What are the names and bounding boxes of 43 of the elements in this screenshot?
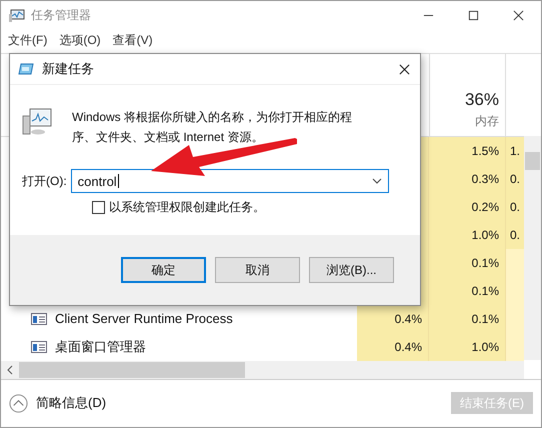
memory-header[interactable]: 内存 <box>475 112 499 130</box>
menu-item[interactable]: 选项(O) <box>59 32 101 49</box>
command-field[interactable]: control <box>70 169 389 193</box>
table-cell: 0. <box>506 220 524 249</box>
table-cell: 0. <box>506 164 524 193</box>
table-cell: 0. <box>506 192 524 221</box>
window-title: 任务管理器 <box>31 7 91 24</box>
run-icon <box>18 63 34 75</box>
dialog-button[interactable]: 浏览(B)... <box>309 257 394 283</box>
close-icon[interactable] <box>399 64 410 74</box>
table-cell: 1.5% <box>429 136 506 165</box>
table-cell: 0.1% <box>429 304 506 333</box>
table-cell: 0.2% <box>429 192 506 221</box>
vertical-scrollbar[interactable] <box>524 136 541 360</box>
monitor-icon <box>9 8 25 22</box>
table-cell: 1.0% <box>429 220 506 249</box>
details-link[interactable]: 简略信息(D) <box>36 394 106 412</box>
collapse-icon[interactable] <box>9 394 28 413</box>
process-icon <box>31 312 47 325</box>
table-cell: 0.4% <box>357 332 429 361</box>
process-name: Client Server Runtime Process <box>55 311 233 326</box>
horizontal-scrollbar[interactable] <box>1 360 524 379</box>
checkbox[interactable] <box>92 201 105 214</box>
dialog-button[interactable]: 确定 <box>121 257 206 283</box>
menu-item[interactable]: 查看(V) <box>112 32 153 49</box>
table-cell: 0.3% <box>429 164 506 193</box>
computer-icon <box>22 107 52 137</box>
checkbox-label: 以系统管理权限创建此任务。 <box>109 199 265 216</box>
table-cell: 0.4% <box>357 304 429 333</box>
table-cell: 1. <box>506 136 524 165</box>
scroll-left-icon[interactable] <box>7 364 13 375</box>
process-name: 桌面窗口管理器 <box>55 338 146 356</box>
table-cell: 0.1% <box>429 276 506 305</box>
open-label: 打开(O): <box>22 172 67 190</box>
dropdown-icon[interactable] <box>372 178 382 184</box>
memory-percent: 36% <box>464 90 499 110</box>
dialog-message: Windows 将根据你所键入的名称，为你打开相应的程序、文件夹、文档或 Internet 资源。 <box>72 109 354 146</box>
dialog-button[interactable]: 取消 <box>215 257 300 283</box>
table-cell: 0.1% <box>429 248 506 277</box>
dialog-title: 新建任务 <box>42 60 94 78</box>
menu-item[interactable]: 文件(F) <box>8 32 48 49</box>
table-cell: 1.0% <box>429 332 506 361</box>
process-icon <box>31 340 47 353</box>
